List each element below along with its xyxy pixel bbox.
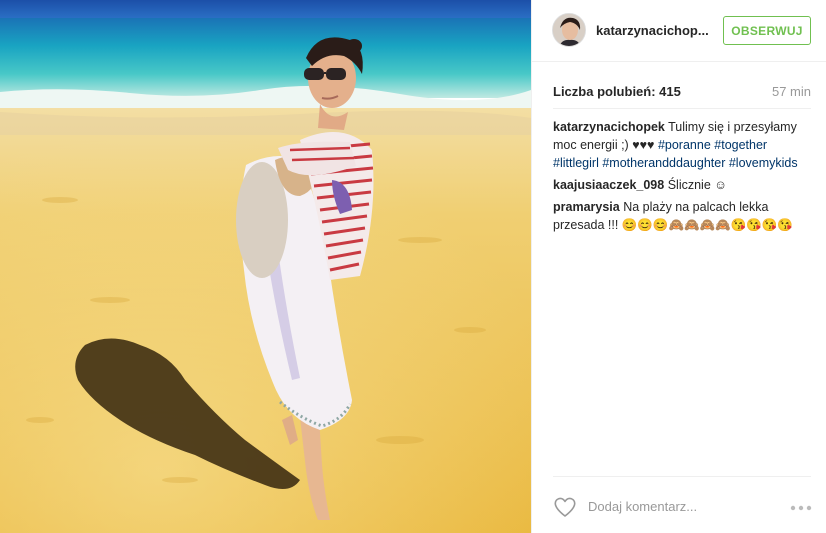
more-options-icon[interactable] — [790, 505, 812, 511]
comments-list: katarzynacichopek Tulimy się i przesyłam… — [553, 118, 815, 238]
post-header: katarzynacichop... OBSERWUJ — [532, 0, 826, 62]
post-username[interactable]: katarzynacichop... — [596, 23, 709, 38]
avatar[interactable] — [552, 13, 586, 47]
post-stats: Liczba polubień: 415 57 min — [553, 84, 811, 102]
hashtag-link[interactable]: #littlegirl — [553, 156, 599, 170]
beach-photo-image — [0, 0, 531, 533]
comment-username[interactable]: kaajusiaaczek_098 — [553, 178, 664, 192]
heart-outline-icon[interactable] — [553, 496, 577, 518]
likes-count[interactable]: Liczba polubień: 415 — [553, 84, 681, 99]
comment-item: kaajusiaaczek_098 Ślicznie ☺ — [553, 176, 815, 194]
post-photo[interactable] — [0, 0, 531, 533]
post-sidebar: katarzynacichop... OBSERWUJ Liczba polub… — [531, 0, 826, 533]
comment-text: Ślicznie ☺ — [667, 178, 728, 192]
caption-hearts: ♥♥♥ — [632, 138, 655, 152]
divider — [553, 476, 811, 477]
hashtag-link[interactable]: #poranne — [658, 138, 711, 152]
comment-username[interactable]: pramarysia — [553, 200, 620, 214]
avatar-image — [553, 14, 585, 46]
comment-item: pramarysia Na plaży na palcach lekka prz… — [553, 198, 815, 234]
follow-button[interactable]: OBSERWUJ — [723, 16, 811, 45]
add-comment-input[interactable]: Dodaj komentarz... — [588, 499, 697, 514]
caption: katarzynacichopek Tulimy się i przesyłam… — [553, 118, 815, 172]
hashtag-link[interactable]: #motherandddaughter — [602, 156, 725, 170]
post-timestamp[interactable]: 57 min — [772, 84, 811, 99]
caption-username[interactable]: katarzynacichopek — [553, 120, 665, 134]
hashtag-link[interactable]: #lovemykids — [729, 156, 798, 170]
hashtag-link[interactable]: #together — [714, 138, 767, 152]
divider — [553, 108, 811, 109]
